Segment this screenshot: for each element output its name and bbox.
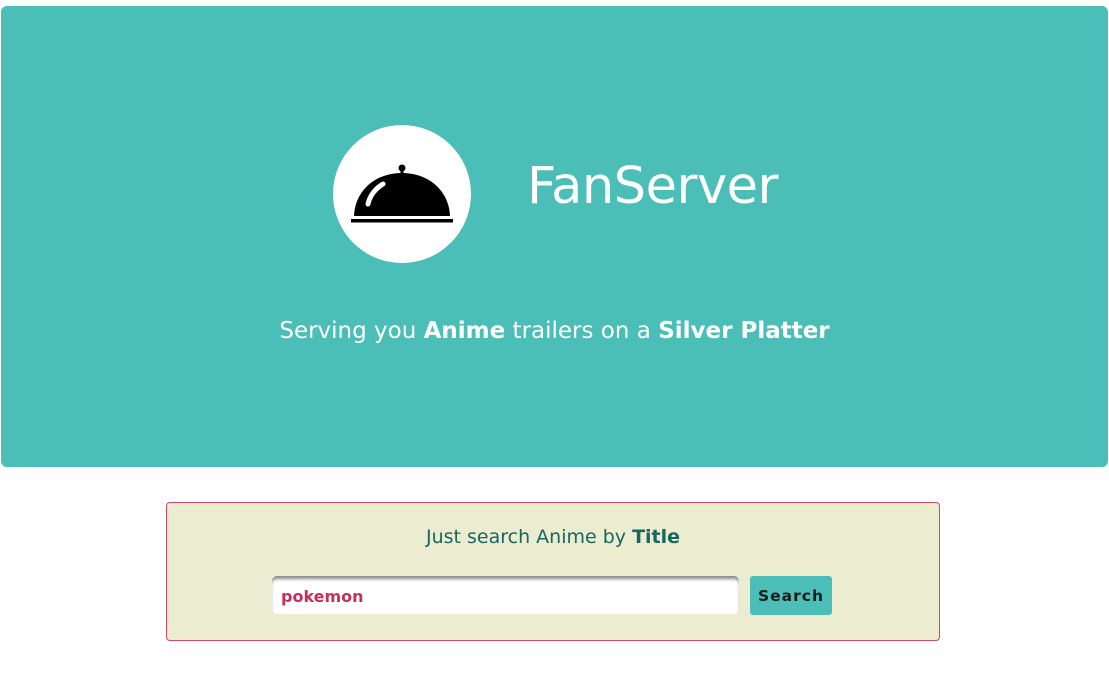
logo	[333, 125, 471, 263]
tagline-highlight-silver-platter: Silver Platter	[658, 318, 830, 344]
search-panel: Just search Anime by Title Search	[166, 502, 940, 641]
serving-cloche-icon	[351, 164, 453, 223]
search-button[interactable]: Search	[750, 576, 832, 615]
tagline: Serving you Anime trailers on a Silver P…	[1, 318, 1108, 346]
tagline-highlight-anime: Anime	[423, 318, 506, 344]
search-heading: Just search Anime by Title	[167, 526, 939, 549]
search-heading-text: Just search Anime by	[425, 526, 633, 548]
hero-banner: FanServer Serving you Anime trailers on …	[1, 6, 1108, 467]
brand-name: FanServer	[527, 157, 778, 216]
search-input[interactable]	[272, 576, 739, 614]
search-heading-highlight: Title	[632, 526, 681, 548]
tagline-text: Serving you	[279, 318, 424, 344]
tagline-text: trailers on a	[505, 318, 659, 344]
